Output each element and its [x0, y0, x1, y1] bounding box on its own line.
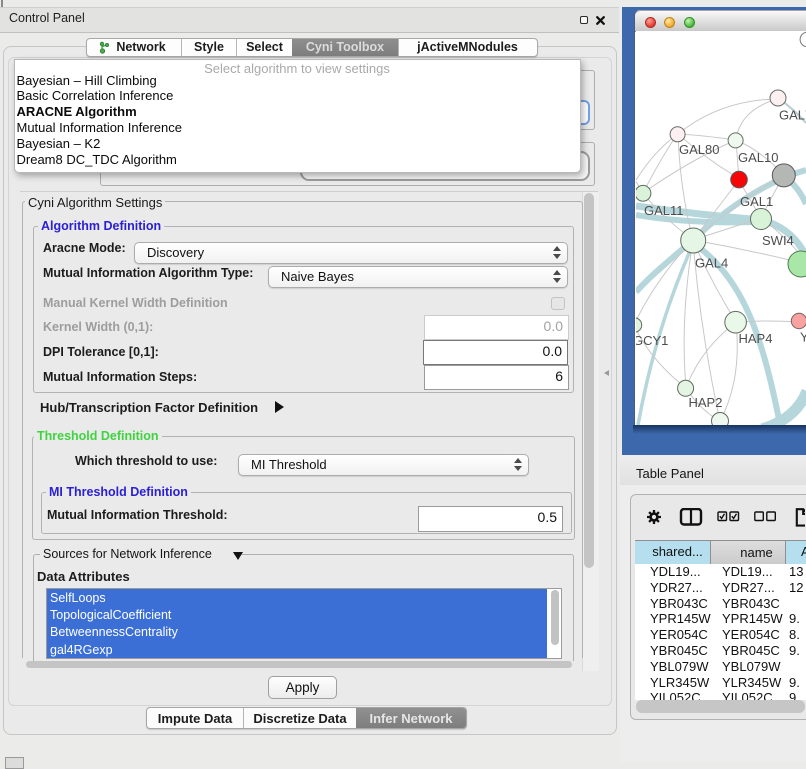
svg-text:GAL10: GAL10 — [738, 150, 778, 165]
svg-text:HAP2: HAP2 — [689, 395, 723, 410]
svg-text:GAL7: GAL7 — [779, 108, 806, 123]
svg-text:SWI4: SWI4 — [762, 233, 794, 248]
svg-text:GAL80: GAL80 — [679, 142, 719, 157]
svg-text:GAL1: GAL1 — [740, 194, 773, 209]
svg-text:GAL4: GAL4 — [695, 256, 728, 271]
svg-text:GAL11: GAL11 — [644, 203, 684, 218]
svg-text:HAP4: HAP4 — [739, 331, 773, 346]
svg-text:GCY1: GCY1 — [636, 333, 668, 348]
svg-text:YE: YE — [800, 330, 806, 345]
